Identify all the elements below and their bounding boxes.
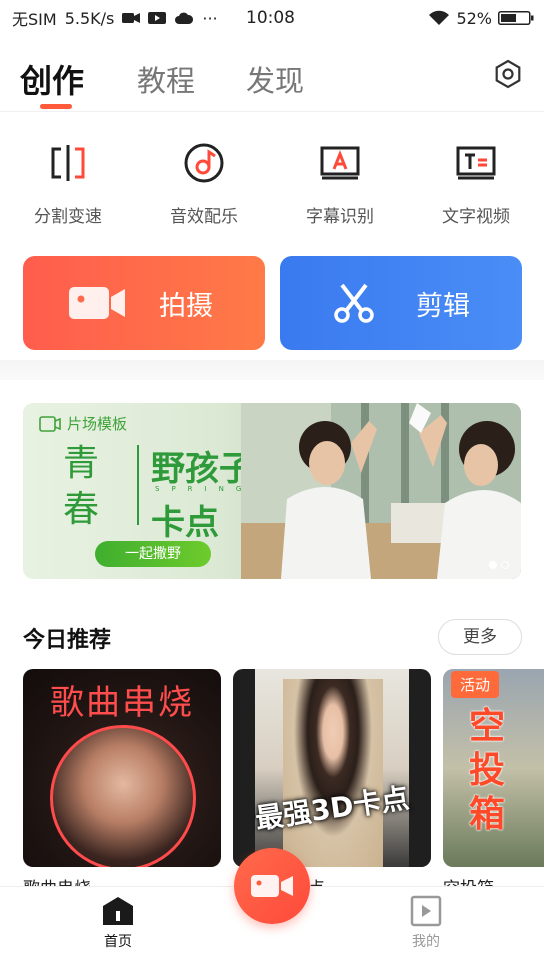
status-left: 无SIM 5.5K/s ··· [12,6,218,30]
music-note-icon [181,140,227,186]
card-caption: 空投箱 [443,874,494,886]
template-card-song-medley[interactable]: 歌曲串烧 [23,669,221,867]
shoot-button[interactable]: 拍摄 [23,256,265,350]
card-thumbnail-portrait [50,725,196,867]
carrier-text: 无SIM [12,10,57,29]
wifi-icon [429,10,450,25]
banner-pagination [489,561,509,569]
banner-title-spring: SPRING [155,485,254,493]
banner-title-left: 青春 [63,443,100,530]
tool-subtitle-recognition[interactable]: 字幕识别 [272,140,408,230]
card-thumbnail-portrait [283,679,383,867]
scissors-icon [334,283,374,323]
tool-split-speed[interactable]: 分割变速 [0,140,136,230]
shoot-label: 拍摄 [159,290,213,322]
camera-icon [251,875,293,897]
tool-sound-music[interactable]: 音效配乐 [136,140,272,230]
card-title: 空投箱 [469,706,506,835]
status-right: 52% [428,0,534,36]
banner-cta-button[interactable]: 一起撒野 [95,541,211,567]
edit-label: 剪辑 [416,290,470,322]
recommend-title: 今日推荐 [23,628,112,653]
record-button[interactable] [234,848,310,924]
home-icon [103,897,133,925]
template-card-airdrop[interactable]: 活动 空投箱 [443,669,544,867]
settings-hex-icon[interactable] [492,58,524,90]
nav-mine-label: 我的 [412,934,440,950]
tab-discover[interactable]: 发现 [246,58,304,100]
tool-text-video[interactable]: 文字视频 [408,140,544,230]
more-button[interactable]: 更多 [438,619,522,655]
tool-label: 文字视频 [442,207,510,227]
subtitle-icon [317,140,363,186]
card-caption: 歌曲串烧 [23,874,91,886]
pagination-dot [501,561,509,569]
banner-title-main-2: 卡点 [151,503,219,543]
cloud-icon [175,12,194,24]
tool-grid: 分割变速 音效配乐 字幕识别 文字视频 [0,140,544,230]
banner-tag: 片场模板 [39,413,127,434]
header-tabs: 创作 教程 发现 [0,52,544,110]
tool-label: 分割变速 [34,207,102,227]
banner-photo [241,403,521,579]
template-icon [39,415,61,432]
active-tab-indicator [40,104,72,109]
my-videos-icon [410,895,442,927]
nav-home[interactable]: 首页 [78,895,158,951]
split-icon [45,140,91,186]
media-play-icon [148,12,167,24]
card-title: 歌曲串烧 [50,683,194,723]
activity-badge: 活动 [451,671,500,698]
tab-tutorial[interactable]: 教程 [137,58,195,100]
edit-button[interactable]: 剪辑 [280,256,522,350]
header-divider [0,111,544,112]
banner-title-main-1: 野孩子 [151,449,253,489]
promo-banner[interactable]: 片场模板 青春 野孩子 SPRING 卡点 一起撒野 [23,403,521,579]
tool-label: 字幕识别 [306,207,374,227]
status-bar: 无SIM 5.5K/s ··· 10:08 52% [0,0,544,36]
battery-percent: 52% [456,8,492,28]
app-root: 无SIM 5.5K/s ··· 10:08 52% 创作 教程 发现 分割变速 … [0,0,544,960]
film-strip-right [409,669,431,867]
video-record-icon [122,13,141,23]
tab-create[interactable]: 创作 [20,56,84,102]
battery-icon [498,11,534,25]
pagination-dot-active [489,561,497,569]
clock-time: 10:08 [246,8,295,28]
banner-divider [137,445,139,525]
camera-icon [69,287,125,319]
nav-home-label: 首页 [104,934,132,950]
nav-mine[interactable]: 我的 [386,895,466,951]
banner-tag-label: 片场模板 [67,415,128,433]
network-speed: 5.5K/s [64,8,115,28]
tool-label: 音效配乐 [170,207,238,227]
text-video-icon [453,140,499,186]
template-card-3d-beat[interactable]: 最强3D卡点 [233,669,431,867]
section-gap [0,360,544,380]
status-more-dots: ··· [202,8,218,28]
